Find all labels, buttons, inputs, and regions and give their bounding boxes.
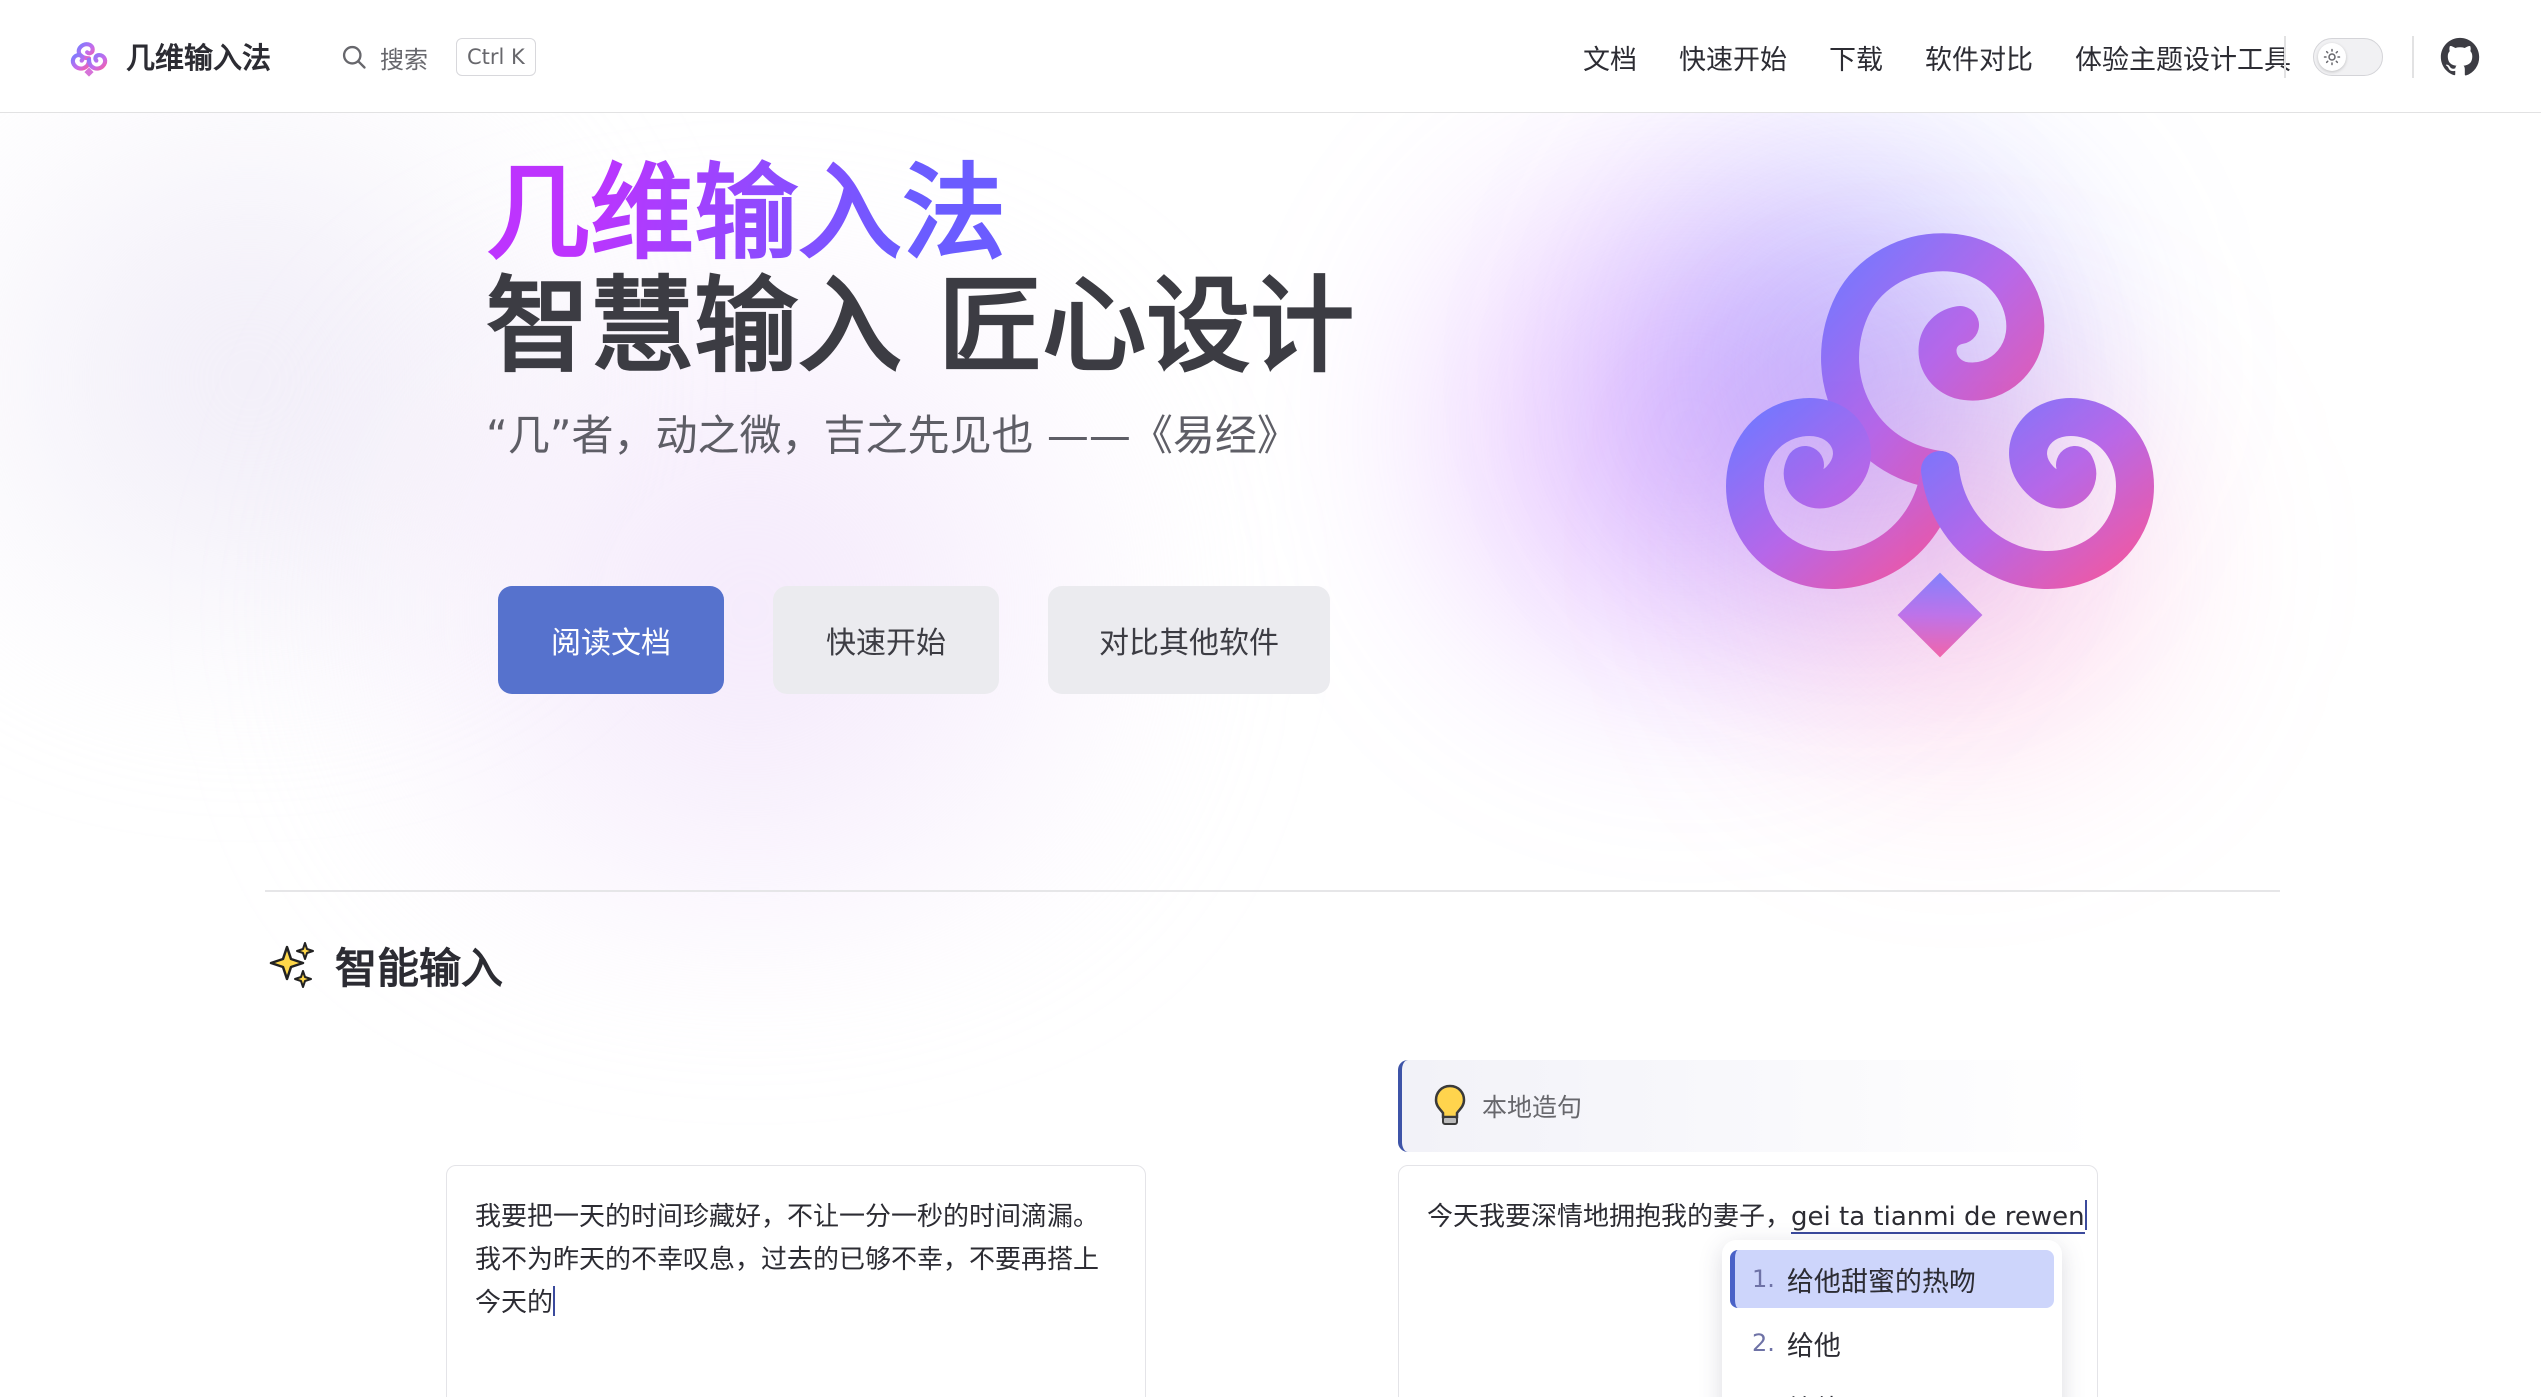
candidate-text: 给他甜蜜的热吻 (1786, 1266, 1976, 1298)
preedit-text: gei ta tianmi de rewen (1791, 1202, 2085, 1234)
smart-input-demo-editor[interactable]: 我要把一天的时间珍藏好，不让一分一秒的时间滴漏。我不为昨天的不幸叹息，过去的已够… (446, 1165, 1146, 1397)
brand-link[interactable]: 几维输入法 (66, 30, 271, 82)
hero-tagline: 智慧输入 匠心设计 (486, 265, 1355, 387)
candidate-text: 给他 (1786, 1330, 1841, 1362)
search-button[interactable]: 搜索 Ctrl K (340, 37, 536, 77)
search-icon (342, 45, 366, 69)
nav-divider (2284, 36, 2286, 78)
text-caret (2084, 1200, 2087, 1230)
sparkles-icon (269, 942, 314, 988)
quick-start-button[interactable]: 快速开始 (773, 586, 999, 694)
hero-kiwi-logo-icon (1726, 233, 2154, 658)
candidate-index: 1. (1752, 1265, 1775, 1293)
read-docs-button[interactable]: 阅读文档 (498, 586, 724, 694)
sun-icon (2323, 48, 2341, 66)
text-caret (553, 1286, 556, 1316)
nav-quick-start[interactable]: 快速开始 (1679, 38, 1787, 77)
github-icon[interactable] (2440, 37, 2480, 77)
candidate-item[interactable]: 2. 给他 (1730, 1314, 2054, 1372)
search-shortcut-badge: Ctrl K (456, 38, 536, 76)
local-sentence-tip: 本地造句 (1398, 1060, 2098, 1152)
lightbulb-icon (1434, 1084, 1466, 1125)
tip-label: 本地造句 (1482, 1093, 1583, 1122)
toggle-knob (2318, 43, 2346, 71)
nav-theme-designer[interactable]: 体验主题设计工具 (2075, 38, 2291, 77)
candidate-item[interactable]: 3. 给他 (1730, 1378, 2054, 1397)
theme-toggle[interactable] (2313, 38, 2383, 76)
search-label: 搜索 (380, 45, 428, 74)
kiwi-logo-icon (70, 42, 108, 77)
feature-heading: 智能输入 (265, 935, 503, 995)
section-divider (265, 890, 2280, 892)
hero-quote: “几”者，动之微，吉之先见也 ——《易经》 (486, 411, 1299, 460)
main-nav: 文档 快速开始 下载 软件对比 体验主题设计工具 (1541, 34, 2291, 80)
candidate-window: 1. 给他甜蜜的热吻 2. 给他 3. 给他 (1722, 1240, 2062, 1397)
nav-divider (2412, 36, 2414, 78)
section-title: 智能输入 (335, 943, 504, 993)
candidate-index: 2. (1752, 1329, 1775, 1357)
nav-download[interactable]: 下载 (1829, 38, 1883, 77)
nav-compare[interactable]: 软件对比 (1925, 38, 2033, 77)
demo-text: 我要把一天的时间珍藏好，不让一分一秒的时间滴漏。我不为昨天的不幸叹息，过去的已够… (475, 1202, 1100, 1318)
hero-title: 几维输入法 (486, 152, 1007, 274)
compare-software-button[interactable]: 对比其他软件 (1048, 586, 1330, 694)
candidate-item[interactable]: 1. 给他甜蜜的热吻 (1730, 1250, 2054, 1308)
brand-name: 几维输入法 (126, 41, 272, 75)
candidate-index: 3. (1752, 1393, 1775, 1397)
nav-docs[interactable]: 文档 (1583, 38, 1637, 77)
committed-text: 今天我要深情地拥抱我的妻子， (1427, 1202, 1792, 1232)
top-nav-bar: 几维输入法 搜索 Ctrl K 文档 快速开始 下载 软件对比 体验主题设计工具 (0, 0, 2541, 113)
candidate-text: 给他 (1787, 1388, 1841, 1397)
